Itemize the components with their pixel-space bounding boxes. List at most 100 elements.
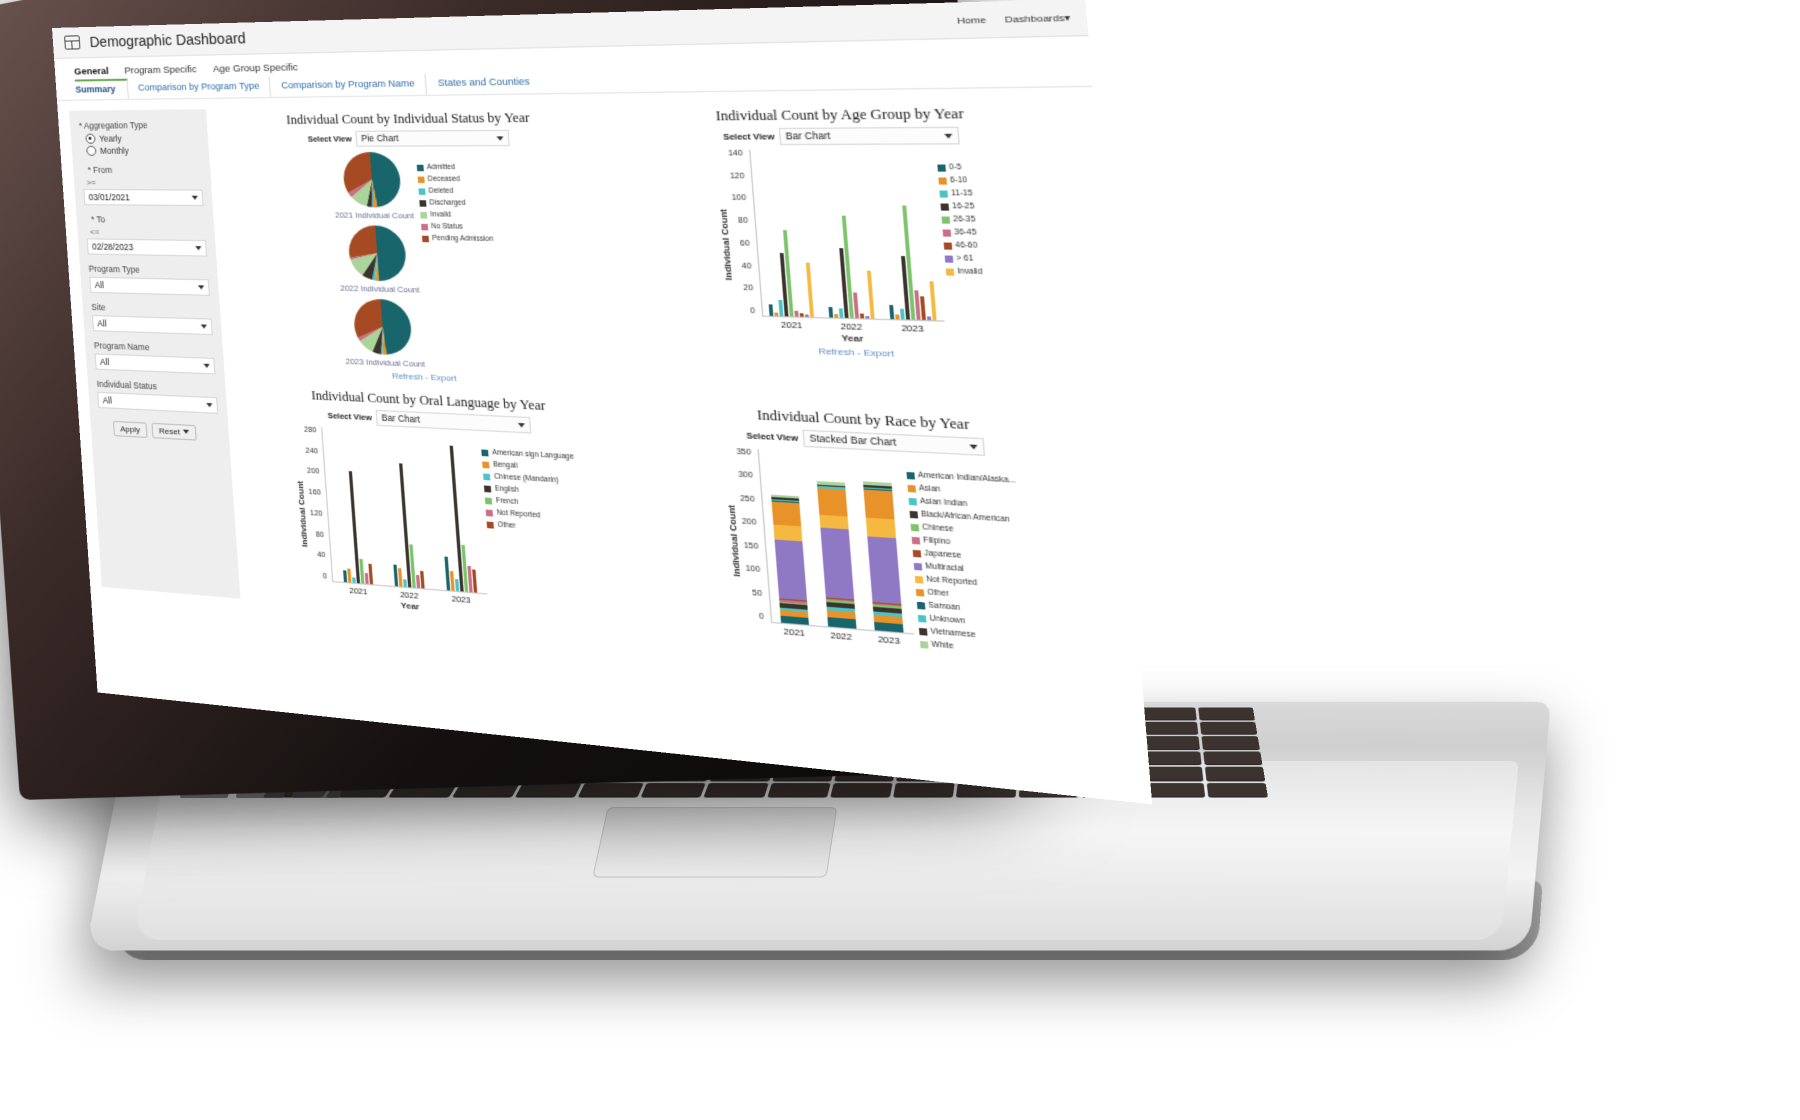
tab-age-group-specific[interactable]: Age Group Specific [213,62,299,75]
nav-home[interactable]: Home [957,14,987,25]
from-date-input[interactable]: 03/01/2021 [83,189,203,206]
x-tick: 2023 [451,594,470,605]
tab-general[interactable]: General [74,66,109,78]
legend-swatch [915,588,924,596]
bar[interactable] [927,316,931,320]
bar[interactable] [349,472,360,584]
legend-label: 16-25 [952,202,975,210]
legend-label: Chinese [922,523,954,533]
legend-swatch [917,614,926,622]
refresh-link[interactable]: Refresh [392,371,424,382]
legend-label: Bengali [493,461,518,470]
bar[interactable] [775,312,779,316]
bar[interactable] [769,304,774,316]
subtab-summary[interactable]: Summary [75,79,129,100]
legend-item: Other [487,521,580,535]
legend-item: Deleted [418,187,490,195]
bar[interactable] [900,308,905,319]
site-select[interactable]: All [92,315,213,335]
bar[interactable] [865,316,869,319]
bar[interactable] [472,570,477,593]
bar[interactable] [867,270,875,318]
legend-item: 26-35 [941,215,979,224]
bar[interactable] [420,571,425,588]
bar[interactable] [348,568,352,583]
bars-container: 2021 2022 2023 Year [749,149,947,346]
chevron-down-icon[interactable] [944,133,952,138]
stacked-bar[interactable] [863,482,904,633]
chevron-down-icon[interactable] [497,136,504,140]
chevron-down-icon[interactable] [192,196,198,200]
y-tick: 140 [728,150,743,158]
bar[interactable] [360,559,365,584]
legend-swatch [906,471,914,478]
bar[interactable] [450,571,455,590]
bar[interactable] [895,314,899,319]
reset-button[interactable]: Reset [151,423,196,441]
select-view-agegroup_bar[interactable]: Bar Chart [779,127,960,145]
chart-body: Individual Count 140 120 100 80 60 40 20 0 2021 20… [622,149,1092,351]
bar[interactable] [800,313,804,317]
bar[interactable] [929,281,936,320]
bar[interactable] [860,313,864,318]
subtab-comparison-by-program-type[interactable]: Comparison by Program Type [137,76,271,99]
select-view-row: Select View Pie Chart [220,129,608,147]
pie-chart [340,151,403,209]
chevron-down-icon[interactable] [969,444,977,449]
bar[interactable] [403,579,407,587]
apply-button[interactable]: Apply [113,421,148,438]
chevron-down-icon[interactable] [201,324,207,328]
individual-status-select[interactable]: All [97,392,218,414]
filter-actions: Apply Reset [113,421,220,442]
bar[interactable] [914,290,920,319]
export-link[interactable]: Export [430,373,457,384]
bar[interactable] [795,311,799,317]
bar[interactable] [834,314,838,318]
legend-label: Samoan [928,602,960,613]
bar[interactable] [839,308,844,318]
select-view-row: Select View Bar Chart [621,126,1075,146]
radio-yearly-icon[interactable] [85,134,95,144]
legend-item: > 61 [944,254,982,263]
keyboard-key [767,783,830,797]
y-tick: 240 [305,447,318,455]
bar[interactable] [829,307,834,318]
tab-program-specific[interactable]: Program Specific [124,64,197,77]
program-name-select[interactable]: All [95,353,216,374]
x-tick: 2022 [830,630,852,642]
chevron-down-icon[interactable] [518,422,525,427]
bar[interactable] [369,564,374,584]
subtab-states-and-counties[interactable]: States and Counties [437,71,542,94]
bar[interactable] [853,293,859,318]
export-link[interactable]: Export [863,347,894,359]
legend-swatch [943,242,952,249]
bar[interactable] [889,304,894,319]
legend-swatch [912,549,921,557]
bar[interactable] [352,577,356,583]
nav-dashboards[interactable]: Dashboards▾ [1005,12,1071,24]
refresh-link[interactable]: Refresh [818,346,855,358]
bar[interactable] [365,573,369,584]
radio-monthly[interactable]: Monthly [86,145,200,156]
chevron-down-icon[interactable] [206,403,212,407]
chevron-down-icon[interactable] [198,285,204,289]
radio-monthly-icon[interactable] [86,146,96,156]
select-view-status_pie[interactable]: Pie Chart [355,130,509,147]
stacked-bar[interactable] [771,494,809,625]
select-view-orallanguage_bar[interactable]: Bar Chart [376,410,532,434]
bar[interactable] [398,569,403,587]
bar[interactable] [806,263,814,317]
subtab-comparison-by-program-name[interactable]: Comparison by Program Name [280,73,427,96]
program-type-filter: Program Type All [88,264,209,296]
chevron-down-icon[interactable] [195,246,201,250]
bar[interactable] [920,297,926,320]
radio-yearly[interactable]: Yearly [85,133,199,144]
legend-item: 46-60 [943,241,981,250]
to-date-input[interactable]: 02/28/2023 [87,238,207,256]
stacked-bar[interactable] [816,480,856,628]
bar[interactable] [805,314,809,316]
chevron-down-icon[interactable] [203,364,209,368]
program-type-select[interactable]: All [89,277,210,296]
bar[interactable] [449,446,463,591]
legend-label: English [495,485,520,494]
